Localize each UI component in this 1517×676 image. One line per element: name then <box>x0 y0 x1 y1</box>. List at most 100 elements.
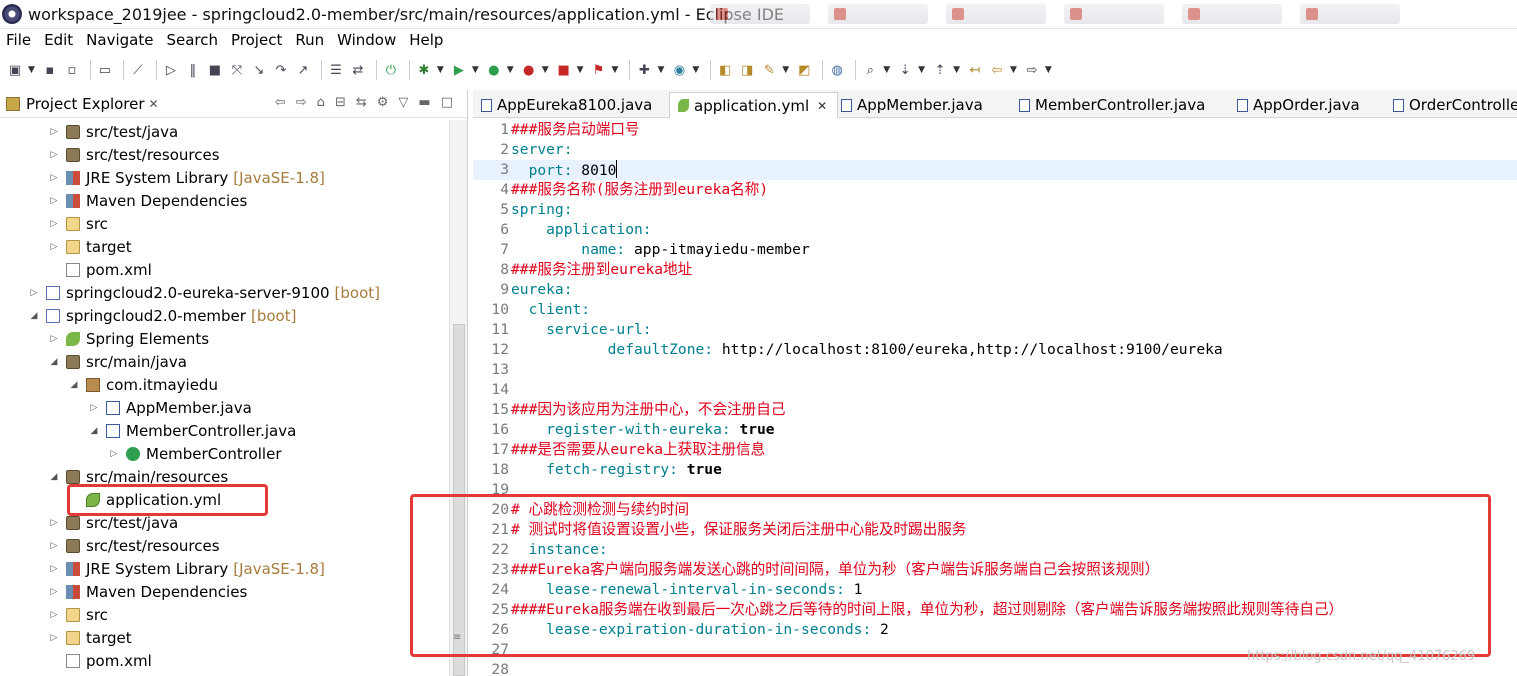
filter-icon[interactable]: ⚙ <box>377 95 389 110</box>
collapsed-arrow-icon[interactable]: ▷ <box>48 219 60 229</box>
collapsed-arrow-icon[interactable]: ▷ <box>88 403 100 413</box>
collapsed-arrow-icon[interactable]: ▷ <box>48 518 60 528</box>
chevron-down-icon[interactable]: ▼ <box>1010 65 1017 75</box>
collapsed-arrow-icon[interactable]: ▷ <box>48 610 60 620</box>
step-return-icon[interactable]: ↗ <box>294 61 312 79</box>
skip-breakpoints-icon[interactable]: ⟋ <box>129 61 147 79</box>
code-line[interactable]: 14 <box>473 380 1517 400</box>
pen-icon[interactable]: ✎ <box>760 61 778 79</box>
chevron-down-icon[interactable]: ▼ <box>612 65 619 75</box>
chevron-down-icon[interactable]: ▼ <box>918 65 925 75</box>
collapsed-arrow-icon[interactable]: ▷ <box>48 541 60 551</box>
new-icon[interactable]: ▣ <box>6 61 24 79</box>
menu-navigate[interactable]: Navigate <box>86 31 153 49</box>
menu-file[interactable]: File <box>6 31 31 49</box>
expanded-arrow-icon[interactable]: ◢ <box>88 426 100 436</box>
tree-item[interactable]: ▷ target <box>48 626 132 649</box>
expanded-arrow-icon[interactable]: ◢ <box>48 357 60 367</box>
collapsed-arrow-icon[interactable]: ▷ <box>108 449 120 459</box>
close-icon[interactable]: ✕ <box>149 97 159 111</box>
coverage-icon[interactable]: ● <box>485 61 503 79</box>
view-menu-icon[interactable]: ▽ <box>398 95 408 110</box>
menu-window[interactable]: Window <box>337 31 396 49</box>
editor-tab[interactable]: AppOrder.java <box>1229 92 1370 118</box>
tree-item[interactable]: ▷ JRE System Library [JavaSE-1.8] <box>48 166 325 189</box>
chevron-down-icon[interactable]: ▼ <box>542 65 549 75</box>
tree-item[interactable]: ▷ src <box>48 212 108 235</box>
forward-icon[interactable]: ⇨ <box>296 95 307 110</box>
back-icon[interactable]: ⇦ <box>988 61 1006 79</box>
home-icon[interactable]: ⌂ <box>317 95 325 110</box>
editor-tab[interactable]: OrderControlle <box>1385 92 1517 118</box>
open-folder-icon[interactable]: ◨ <box>738 61 756 79</box>
resume-icon[interactable]: ▷ <box>162 61 180 79</box>
editor-tab[interactable]: AppMember.java <box>833 92 993 118</box>
last-edit-icon[interactable]: ↤ <box>966 61 984 79</box>
collapsed-arrow-icon[interactable]: ▷ <box>48 173 60 183</box>
code-line[interactable]: 1 ###服务启动端口号 <box>473 120 1517 140</box>
chevron-down-icon[interactable]: ▼ <box>782 65 789 75</box>
minimize-icon[interactable]: ▬ <box>418 95 430 110</box>
chevron-down-icon[interactable]: ▼ <box>437 65 444 75</box>
run-icon[interactable]: ▶ <box>450 61 468 79</box>
collapsed-arrow-icon[interactable]: ▷ <box>48 242 60 252</box>
chevron-down-icon[interactable]: ▼ <box>1045 65 1052 75</box>
editor-tab[interactable]: AppEureka8100.java <box>473 92 662 118</box>
expanded-arrow-icon[interactable]: ◢ <box>28 311 40 321</box>
step-over-icon[interactable]: ↷ <box>272 61 290 79</box>
tree-item[interactable]: ▷ Spring Elements <box>48 327 210 350</box>
disconnect-icon[interactable]: ⤧ <box>228 61 246 79</box>
tree-item[interactable]: ▷ target <box>48 235 132 258</box>
chevron-down-icon[interactable]: ▼ <box>472 65 479 75</box>
external-tools-icon[interactable]: ● <box>520 61 538 79</box>
power-icon[interactable]: ⏻ <box>382 61 400 79</box>
expanded-arrow-icon[interactable]: ◢ <box>48 472 60 482</box>
open-type-icon[interactable]: ◧ <box>716 61 734 79</box>
step-into-icon[interactable]: ↘ <box>250 61 268 79</box>
tree-item[interactable]: ▷ AppMember.java <box>88 396 252 419</box>
chevron-down-icon[interactable]: ▼ <box>883 65 890 75</box>
project-explorer-title[interactable]: Project Explorer <box>26 95 145 113</box>
save-icon[interactable]: ▪ <box>41 61 59 79</box>
code-line[interactable]: 11 service-url: <box>473 320 1517 340</box>
tree-item[interactable]: ◢ MemberController.java <box>88 419 297 442</box>
code-line[interactable]: 18 fetch-registry: true <box>473 460 1517 480</box>
terminal-icon[interactable]: ▭ <box>96 61 114 79</box>
search-icon[interactable]: ⌕ <box>861 61 879 79</box>
code-line[interactable]: 10 client: <box>473 300 1517 320</box>
menu-project[interactable]: Project <box>231 31 282 49</box>
code-line[interactable]: 9 eureka: <box>473 280 1517 300</box>
code-line[interactable]: 2 server: <box>473 140 1517 160</box>
tree-item[interactable]: ◢ src/main/java <box>48 350 187 373</box>
close-icon[interactable]: ✕ <box>817 99 827 113</box>
code-line[interactable]: 12 defaultZone: http://localhost:8100/eu… <box>473 340 1517 360</box>
menu-edit[interactable]: Edit <box>44 31 73 49</box>
save-all-icon[interactable]: ▫ <box>63 61 81 79</box>
open-resource-icon[interactable]: ◩ <box>795 61 813 79</box>
tree-item[interactable]: ▷ MemberController <box>108 442 282 465</box>
flag-icon[interactable]: ⚑ <box>590 61 608 79</box>
prev-annotation-icon[interactable]: ⇡ <box>931 61 949 79</box>
forward-icon[interactable]: ⇨ <box>1023 61 1041 79</box>
tree-item[interactable]: ▷ Maven Dependencies <box>48 580 248 603</box>
code-line[interactable]: 17 ###是否需要从eureka上获取注册信息 <box>473 440 1517 460</box>
code-line[interactable]: 4 ###服务名称(服务注册到eureka名称) <box>473 180 1517 200</box>
collapsed-arrow-icon[interactable]: ▷ <box>28 288 40 298</box>
new-wizard-icon[interactable]: ✚ <box>635 61 653 79</box>
chevron-down-icon[interactable]: ▼ <box>577 65 584 75</box>
tree-item[interactable]: ▷ springcloud2.0-eureka-server-9100 [boot] <box>28 281 380 304</box>
collapsed-arrow-icon[interactable]: ▷ <box>48 127 60 137</box>
code-line[interactable]: 8 ###服务注册到eureka地址 <box>473 260 1517 280</box>
suspend-icon[interactable]: ‖ <box>184 61 202 79</box>
globe-icon[interactable]: ◍ <box>828 61 846 79</box>
tree-item[interactable]: ◢ com.itmayiedu <box>68 373 218 396</box>
code-line[interactable]: 16 register-with-eureka: true <box>473 420 1517 440</box>
editor-tab[interactable]: application.yml ✕ <box>669 92 839 118</box>
code-line[interactable]: 15 ###因为该应用为注册中心，不会注册自己 <box>473 400 1517 420</box>
tree-item[interactable]: ▷ Maven Dependencies <box>48 189 248 212</box>
terminate-icon[interactable]: ■ <box>206 61 224 79</box>
stop-server-icon[interactable]: ■ <box>555 61 573 79</box>
new-class-icon[interactable]: ◉ <box>670 61 688 79</box>
collapsed-arrow-icon[interactable]: ▷ <box>48 150 60 160</box>
collapsed-arrow-icon[interactable]: ▷ <box>48 334 60 344</box>
